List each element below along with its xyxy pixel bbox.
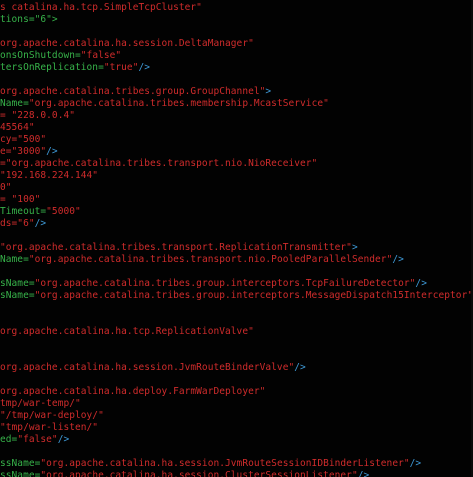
code-token-value: "org.apache.catalina.tribes.transport.Re…: [0, 242, 352, 253]
code-line: Name="org.apache.catalina.tribes.members…: [0, 98, 329, 110]
code-line: org.apache.catalina.tribes.group.GroupCh…: [0, 86, 271, 98]
code-token-punctuation: />: [409, 458, 422, 469]
code-token-value: "org.apache.catalina.ha.session.JvmRoute…: [40, 458, 410, 469]
code-token-value: "true": [103, 62, 139, 73]
code-token-attribute: tersOnReplication=: [0, 62, 104, 73]
code-line: org.apache.catalina.ha.tcp.ReplicationVa…: [0, 326, 254, 338]
code-token-value: "false": [80, 50, 122, 61]
code-line: Name="org.apache.catalina.tribes.transpo…: [0, 254, 404, 266]
code-line: ="org.apache.catalina.tribes.transport.n…: [0, 158, 317, 170]
code-token-attribute: ssName=: [0, 458, 41, 469]
code-token-value: "tmp/war-listen/": [0, 422, 99, 433]
code-token-value: = "100": [0, 194, 41, 205]
code-token-attribute: tions="6">: [0, 14, 58, 25]
code-token-value: ="org.apache.catalina.tribes.transport.n…: [0, 158, 318, 169]
code-token-attribute: onsOnShutdown=: [0, 50, 81, 61]
code-line: ssName="org.apache.catalina.ha.session.C…: [0, 470, 369, 477]
code-token-value: "org.apache.catalina.tribes.group.interc…: [34, 290, 473, 301]
code-line: sName="org.apache.catalina.tribes.group.…: [0, 290, 473, 302]
code-line: onsOnShutdown="false": [0, 50, 121, 62]
code-token-punctuation: >: [351, 242, 358, 253]
code-token-value: "org.apache.catalina.tribes.transport.ni…: [28, 254, 393, 265]
code-line: "/tmp/war-deploy/": [0, 410, 104, 422]
code-token-punctuation: />: [57, 434, 70, 445]
code-token-value: "org.apache.catalina.tribes.membership.M…: [28, 98, 329, 109]
code-token-attribute: ssName=: [0, 470, 41, 477]
code-line: tersOnReplication="true"/>: [0, 62, 150, 74]
code-line: sName="org.apache.catalina.tribes.group.…: [0, 278, 427, 290]
code-line: ed="false"/>: [0, 434, 69, 446]
code-token-value: ds="6": [0, 218, 35, 229]
code-line: tions="6">: [0, 14, 58, 26]
code-token-value: 45564": [0, 122, 35, 133]
code-token-value: 0": [0, 182, 12, 193]
code-line: org.apache.catalina.ha.session.JvmRouteB…: [0, 362, 306, 374]
code-token-punctuation: >: [265, 86, 272, 97]
code-token-punctuation: />: [392, 254, 404, 265]
code-line: tmp/war-temp/": [0, 398, 81, 410]
code-token-attribute: sName=: [0, 290, 35, 301]
code-token-attribute: sName=: [0, 278, 35, 289]
code-line: ds="6"/>: [0, 218, 46, 230]
code-line: org.apache.catalina.ha.session.DeltaMana…: [0, 38, 254, 50]
code-token-value: "org.apache.catalina.tribes.group.interc…: [34, 278, 416, 289]
code-line: = "228.0.0.4": [0, 110, 75, 122]
code-token-value: = "228.0.0.4": [0, 110, 76, 121]
code-token-value: "5000": [46, 206, 81, 217]
code-token-value: org.apache.catalina.ha.tcp.ReplicationVa…: [0, 326, 254, 337]
code-token-punctuation: />: [415, 278, 427, 289]
code-line: org.apache.catalina.ha.deploy.FarmWarDep…: [0, 386, 265, 398]
code-line: 45564": [0, 122, 35, 134]
code-line: e="3000"/>: [0, 146, 58, 158]
code-token-value: "false": [17, 434, 58, 445]
code-token-value: "192.168.224.144": [0, 170, 99, 181]
code-token-value: org.apache.catalina.ha.deploy.FarmWarDep…: [0, 386, 266, 397]
code-token-attribute: Name=: [0, 98, 29, 109]
code-token-value: cy="500": [0, 134, 47, 145]
code-token-value: "org.apache.catalina.ha.session.ClusterS…: [40, 470, 358, 477]
code-token-punctuation: />: [294, 362, 306, 373]
code-line: "192.168.224.144": [0, 170, 98, 182]
code-token-punctuation: />: [46, 146, 58, 157]
code-line: Timeout="5000": [0, 206, 81, 218]
code-token-value: "/tmp/war-deploy/": [0, 410, 104, 421]
code-token-value: e="3000": [0, 146, 47, 157]
code-token-value: s catalina.ha.tcp.SimpleTcpCluster": [0, 2, 202, 13]
code-line: "tmp/war-listen/": [0, 422, 98, 434]
code-line: cy="500": [0, 134, 46, 146]
code-token-punctuation: />: [138, 62, 151, 73]
code-token-attribute: Name=: [0, 254, 29, 265]
code-token-value: org.apache.catalina.ha.session.JvmRouteB…: [0, 362, 295, 373]
code-token-value: org.apache.catalina.ha.session.DeltaMana…: [0, 38, 254, 49]
terminal-window[interactable]: s catalina.ha.tcp.SimpleTcpCluster" tions…: [0, 0, 473, 477]
code-token-value: org.apache.catalina.tribes.group.GroupCh…: [0, 86, 266, 97]
code-token-attribute: ed=: [0, 434, 18, 445]
code-line: = "100": [0, 194, 40, 206]
code-token-value: tmp/war-temp/": [0, 398, 81, 409]
code-line: "org.apache.catalina.tribes.transport.Re…: [0, 242, 358, 254]
code-token-attribute: Timeout=: [0, 206, 47, 217]
code-line: ssName="org.apache.catalina.ha.session.J…: [0, 458, 421, 470]
code-token-punctuation: />: [34, 218, 47, 229]
code-line: s catalina.ha.tcp.SimpleTcpCluster": [0, 2, 202, 14]
code-token-punctuation: />: [357, 470, 370, 477]
code-line: 0": [0, 182, 12, 194]
